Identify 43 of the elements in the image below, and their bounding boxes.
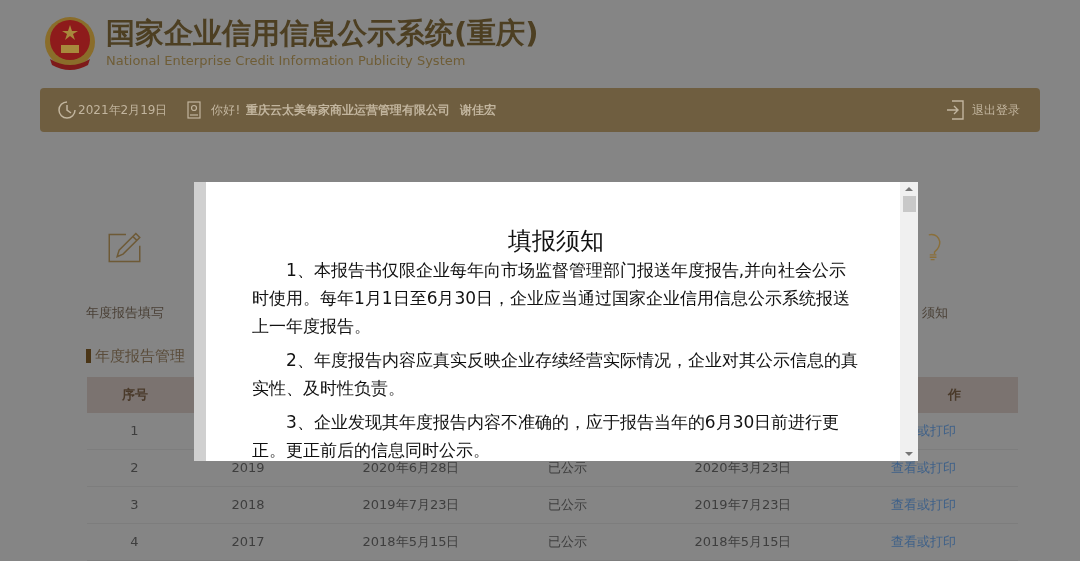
clock-icon: [58, 101, 76, 119]
table-cell: 2020年3月23日: [694, 460, 792, 476]
notice-paragraph: 2、年度报告内容应真实反映企业存续经营实际情况，企业对其公示信息的真实性、及时性负责。: [252, 349, 859, 400]
site-title: 国家企业信用信息公示系统(重庆): [106, 15, 539, 52]
site-subtitle: National Enterprise Credit Information Publicity System: [106, 52, 467, 71]
scroll-thumb[interactable]: [902, 196, 916, 212]
emblem-icon: [42, 15, 98, 71]
view-print-link[interactable]: 查看或打印: [891, 534, 956, 550]
table-cell: 2018: [231, 497, 265, 513]
table-cell: 2020年6月28日: [362, 460, 460, 476]
shortcut-label[interactable]: 须知: [922, 302, 948, 322]
table-cell: 已公示: [547, 497, 587, 513]
table-cell: 2018年5月15日: [694, 534, 792, 550]
view-print-link[interactable]: 查看或打印: [891, 460, 956, 476]
logout-icon[interactable]: [946, 100, 964, 120]
table-cell: 2019: [231, 460, 265, 476]
table-cell: 2019年7月23日: [362, 497, 460, 513]
section-marker: [86, 349, 91, 363]
logout-link[interactable]: 退出登录: [972, 101, 1020, 119]
table-cell: 2017: [231, 534, 265, 550]
shortcut-label[interactable]: 年度报告填写: [86, 302, 164, 322]
table-cell: 已公示: [547, 460, 587, 476]
current-date: 2021年2月19日: [78, 102, 168, 119]
view-print-link[interactable]: 或打印: [917, 423, 956, 439]
user-card-icon: [187, 101, 202, 119]
section-title: 年度报告管理: [95, 345, 185, 367]
column-header: 序号: [120, 386, 149, 405]
dialog-title: 填报须知: [507, 226, 605, 256]
column-header: 作: [948, 386, 962, 405]
table-cell: 1: [130, 423, 139, 439]
user-name: 谢佳宏: [460, 102, 497, 119]
scrollbar[interactable]: [900, 182, 918, 461]
table-cell: 2: [130, 460, 139, 476]
notice-paragraph: 3、企业发现其年度报告内容不准确的，应于报告当年的6月30日前进行更正。更正前后的信息同时公示。: [252, 411, 841, 461]
table-cell: 已公示: [547, 534, 587, 550]
company-name: 重庆云太美每家商业运营管理有限公司: [246, 102, 451, 119]
table-cell: 4: [130, 534, 139, 550]
table-cell: 2018年5月15日: [362, 534, 460, 550]
notice-paragraph: 1、本报告书仅限企业每年向市场监督管理部门报送年度报告,并向社会公示时使用。每年1月1日至6月30日，企业应当通过国家企业信用信息公示系统报送上一年度报告。: [252, 259, 852, 338]
view-print-link[interactable]: 查看或打印: [891, 497, 956, 513]
greeting: 你好!: [211, 102, 241, 119]
table-cell: 2019年7月23日: [694, 497, 792, 513]
table-cell: 3: [130, 497, 139, 513]
